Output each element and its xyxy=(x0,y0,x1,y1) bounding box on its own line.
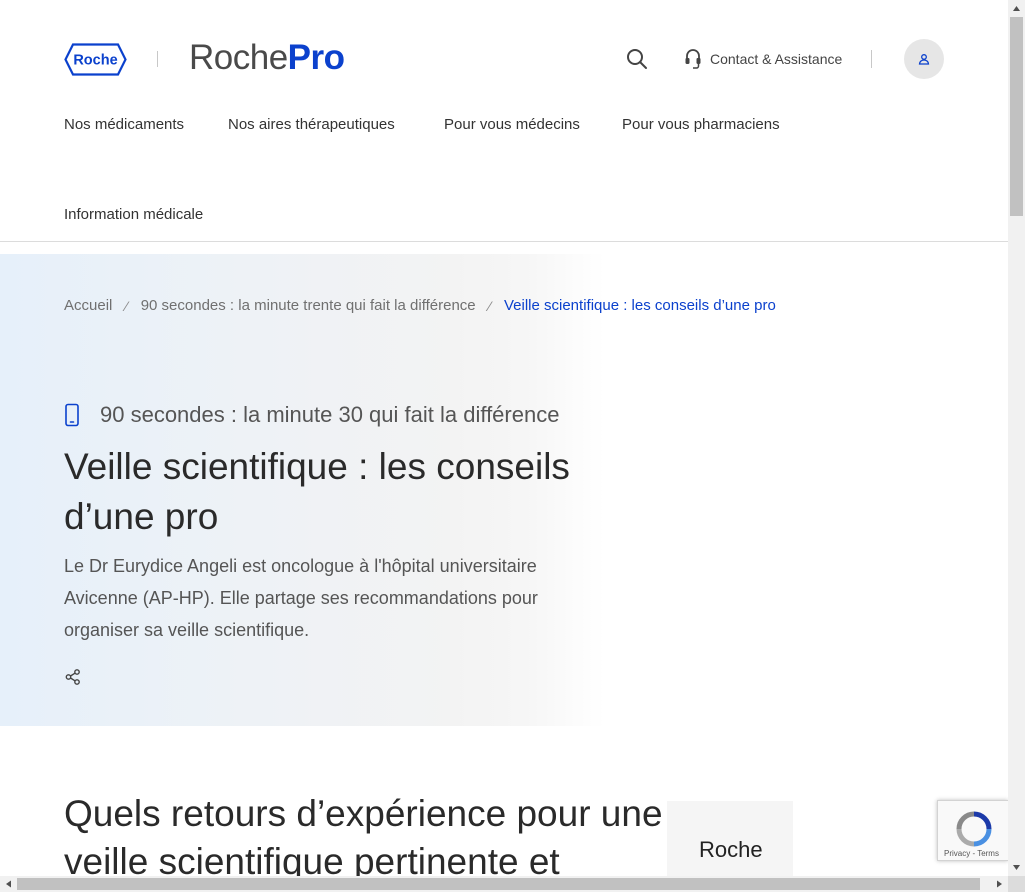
breadcrumb-separator: ⁄ xyxy=(125,297,128,314)
horizontal-scrollbar-thumb[interactable] xyxy=(17,878,980,890)
scroll-right-arrow-icon[interactable] xyxy=(991,876,1008,892)
search-icon xyxy=(627,49,647,69)
user-icon xyxy=(918,54,930,65)
header-divider xyxy=(871,50,872,68)
nav-item-medicaments[interactable]: Nos médicaments xyxy=(64,116,184,133)
logo-divider xyxy=(157,51,158,67)
recaptcha-icon xyxy=(956,811,992,847)
breadcrumb-current: Veille scientifique : les conseils d’une… xyxy=(503,297,776,314)
logo-text: Roche xyxy=(73,53,117,69)
roche-logo[interactable]: Roche xyxy=(64,43,127,76)
nav-item-medecins[interactable]: Pour vous médecins xyxy=(444,116,580,133)
headset-icon xyxy=(685,49,701,69)
scroll-up-arrow-icon[interactable] xyxy=(1008,0,1025,17)
site-header: Roche RochePro Contact & Assistance Nos … xyxy=(0,0,1008,242)
share-button[interactable] xyxy=(64,668,82,686)
scroll-left-arrow-icon[interactable] xyxy=(0,876,17,892)
search-button[interactable] xyxy=(624,46,650,72)
nav-item-information-medicale[interactable]: Information médicale xyxy=(64,206,203,223)
kicker-text: 90 secondes : la minute 30 qui fait la d… xyxy=(100,402,560,427)
contact-assistance-link[interactable]: Contact & Assistance xyxy=(684,47,842,71)
scrollbar-corner xyxy=(1008,876,1025,892)
smartphone-icon xyxy=(65,403,79,427)
contact-label: Contact & Assistance xyxy=(710,51,843,67)
side-card-text: Roche xyxy=(699,837,763,862)
breadcrumb-home[interactable]: Accueil xyxy=(64,297,112,314)
article-description: Le Dr Eurydice Angeli est oncologue à l'… xyxy=(64,556,538,640)
share-icon xyxy=(65,669,80,685)
breadcrumb-series[interactable]: 90 secondes : la minute trente qui fait … xyxy=(141,297,476,314)
side-card[interactable]: Roche xyxy=(667,801,793,876)
hero-section: Accueil ⁄ 90 secondes : la minute trente… xyxy=(0,254,1008,726)
breadcrumb: Accueil ⁄ 90 secondes : la minute trente… xyxy=(64,297,776,314)
vertical-scrollbar[interactable] xyxy=(1008,0,1025,876)
recaptcha-badge[interactable]: Privacy - Terms xyxy=(937,800,1008,861)
article-kicker: 90 secondes : la minute 30 qui fait la d… xyxy=(64,402,559,428)
recaptcha-links[interactable]: Privacy - Terms xyxy=(944,849,999,858)
vertical-scrollbar-thumb[interactable] xyxy=(1010,17,1023,216)
brand-name-part1: Roche xyxy=(189,38,288,77)
account-button[interactable] xyxy=(904,39,944,79)
breadcrumb-separator: ⁄ xyxy=(488,297,491,314)
brand-name-part2: Pro xyxy=(287,38,345,77)
page-viewport: Roche RochePro Contact & Assistance Nos … xyxy=(0,0,1008,876)
nav-item-pharmaciens[interactable]: Pour vous pharmaciens xyxy=(622,116,780,133)
horizontal-scrollbar[interactable] xyxy=(0,876,1008,892)
nav-item-aires-therapeutiques[interactable]: Nos aires thérapeutiques xyxy=(228,116,395,133)
section-title: Quels retours d’expérience pour une veil… xyxy=(64,793,663,876)
page-title: Veille scientifique : les conseils d’une… xyxy=(64,446,570,537)
scroll-down-arrow-icon[interactable] xyxy=(1008,859,1025,876)
brand-name[interactable]: RochePro xyxy=(189,38,345,78)
